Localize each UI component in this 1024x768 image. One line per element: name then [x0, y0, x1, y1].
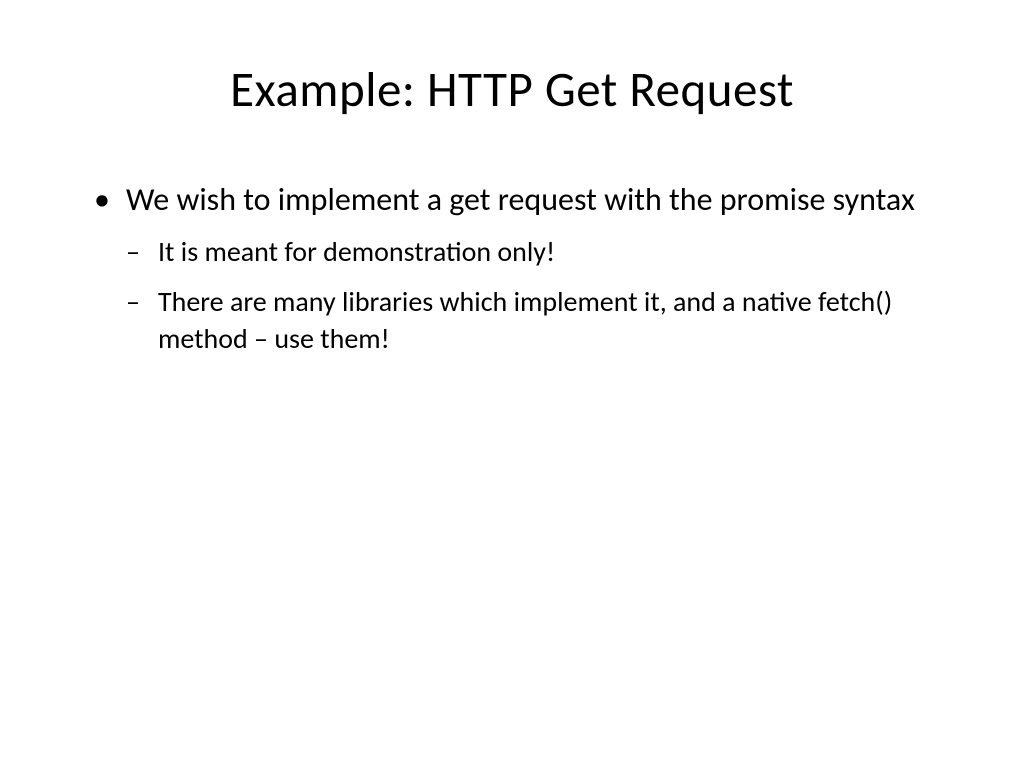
sub-bullet-text: There are many libraries which implement…	[158, 284, 892, 355]
bullet-item-sub: There are many libraries which implement…	[126, 284, 954, 357]
bullet-text: We wish to implement a get request with …	[126, 180, 915, 219]
slide-title: Example: HTTP Get Request	[70, 60, 954, 120]
slide-container: Example: HTTP Get Request We wish to imp…	[0, 0, 1024, 768]
bullet-item-sub: It is meant for demonstration only!	[126, 234, 954, 270]
bullet-list: We wish to implement a get request with …	[70, 180, 954, 357]
bullet-item-main: We wish to implement a get request with …	[94, 180, 954, 357]
sub-bullet-text: It is meant for demonstration only!	[158, 234, 555, 269]
sub-bullet-list: It is meant for demonstration only! Ther…	[126, 234, 954, 357]
